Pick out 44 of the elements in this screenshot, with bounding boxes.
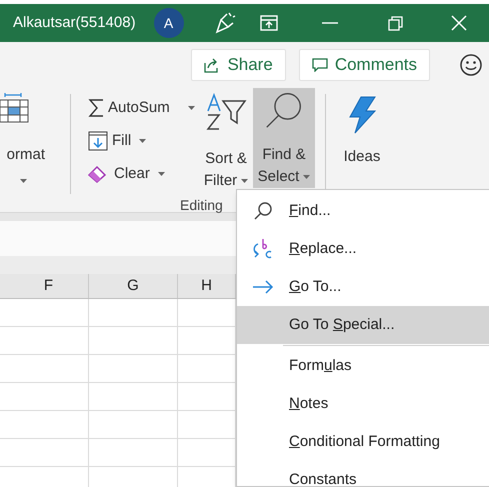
caret-icon <box>303 175 310 180</box>
menu-item-label: Constants <box>289 470 357 486</box>
menu-item[interactable]: Go To Special... <box>237 306 489 344</box>
find-select-button[interactable]: Find & Select <box>253 88 315 188</box>
smiley-icon[interactable] <box>459 53 483 77</box>
menu-item-label: Replace... <box>289 238 357 259</box>
menu-item-label: Conditional Formatting <box>289 432 440 452</box>
menu-item[interactable]: Conditional Formatting <box>237 423 489 461</box>
user-avatar[interactable]: A <box>154 8 184 38</box>
menu-item-label: Notes <box>289 394 328 414</box>
replace-icon <box>252 238 274 260</box>
share-button[interactable]: Share <box>191 49 286 81</box>
menu-item[interactable]: Constants <box>237 461 489 486</box>
column-header[interactable]: F <box>9 274 89 298</box>
caret-icon <box>139 139 146 143</box>
menu-item-label: Go To Special... <box>289 314 395 335</box>
minimize-icon[interactable] <box>322 22 338 24</box>
menu-item[interactable]: Go To... <box>237 268 489 306</box>
menu-item-label: Formulas <box>289 356 352 376</box>
fill-down-icon <box>88 131 108 151</box>
menu-item-label: Find... <box>289 200 331 221</box>
caret-icon <box>158 172 165 176</box>
caret-icon <box>188 106 195 110</box>
caret-icon[interactable] <box>20 178 26 182</box>
menu-item[interactable]: Replace... <box>237 230 489 268</box>
pen-icon[interactable] <box>214 11 236 35</box>
arrow-icon <box>252 280 274 294</box>
column-header[interactable]: G <box>89 274 178 298</box>
search-icon <box>253 201 273 221</box>
caret-icon <box>241 179 248 184</box>
lightning-icon <box>347 96 377 134</box>
restore-icon[interactable] <box>388 16 403 30</box>
sort-filter-icon <box>204 91 248 133</box>
format-label[interactable]: ormat <box>0 144 46 166</box>
sum-icon <box>88 98 104 118</box>
user-name: Alkautsar(551408) <box>13 12 136 33</box>
comments-button[interactable]: Comments <box>298 49 430 81</box>
close-icon[interactable] <box>450 15 467 31</box>
share-icon <box>204 58 220 72</box>
comment-icon <box>312 58 328 72</box>
ribbon-display-icon[interactable] <box>260 15 278 31</box>
menu-item[interactable]: Notes <box>237 385 489 423</box>
menu-item-label: Go To... <box>289 276 342 297</box>
menu-item[interactable]: Formulas <box>237 347 489 385</box>
